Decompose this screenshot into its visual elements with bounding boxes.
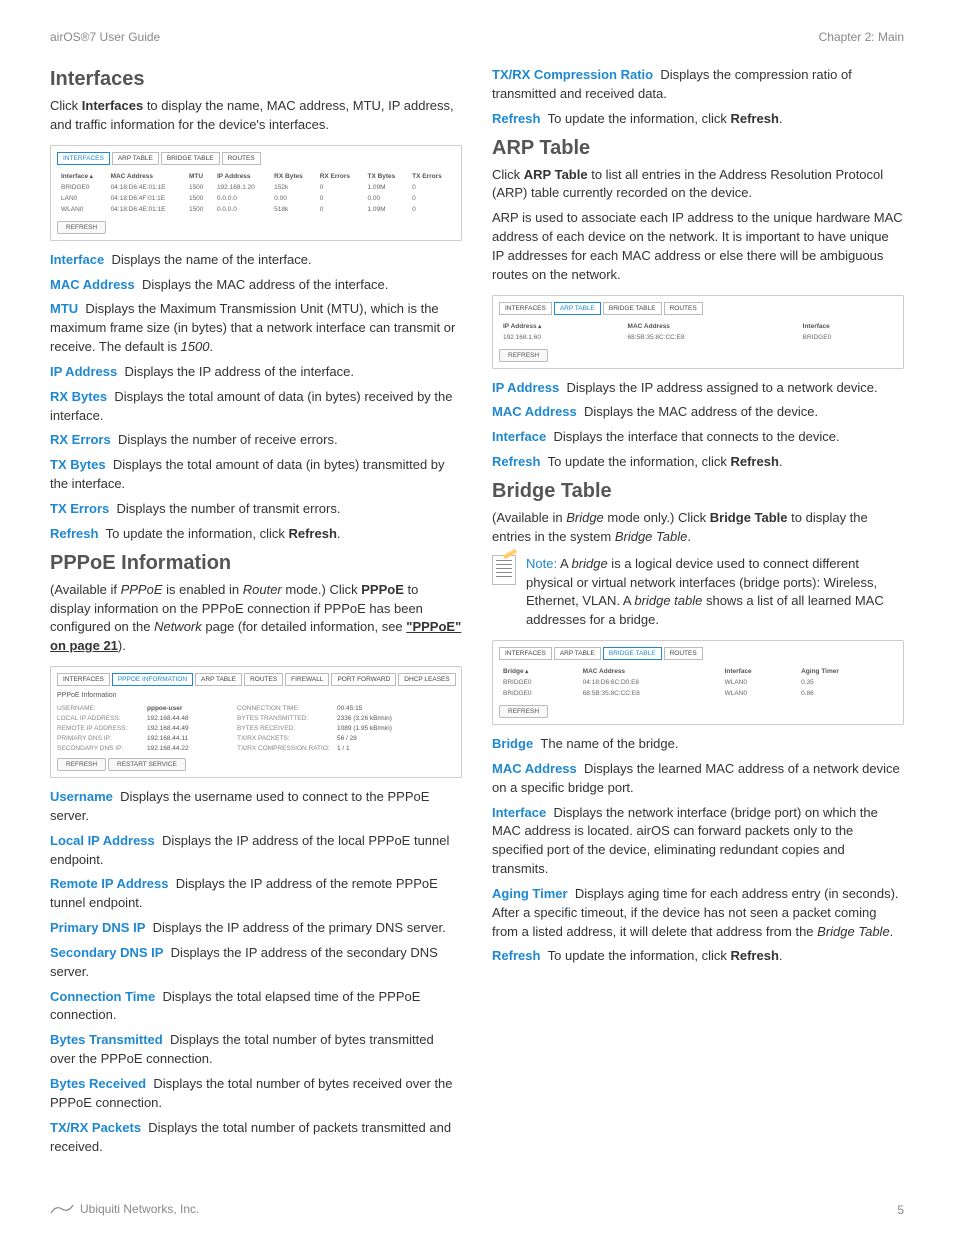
tab-routes[interactable]: ROUTES bbox=[664, 302, 703, 315]
arp-para2: ARP is used to associate each IP address… bbox=[492, 209, 904, 284]
table-row: BRIDGE004:18:D6:4E:01:1E1500192.168.1.20… bbox=[57, 182, 455, 193]
pppoe-heading: PPPoE Information bbox=[50, 552, 462, 575]
arp-heading: ARP Table bbox=[492, 137, 904, 160]
table-row: WLAN004:18:D6:4E:01:1E15000.0.0.0518k01.… bbox=[57, 204, 455, 215]
pppoe-screenshot: INTERFACES PPPOE INFORMATION ARP TABLE R… bbox=[50, 666, 462, 778]
tab-dhcp[interactable]: DHCP LEASES bbox=[398, 673, 455, 686]
page-header: airOS®7 User Guide Chapter 2: Main bbox=[50, 30, 904, 44]
tab-arp[interactable]: ARP TABLE bbox=[112, 152, 159, 165]
tab-pppoe[interactable]: PPPOE INFORMATION bbox=[112, 673, 193, 686]
pppoe-intro: (Available if PPPoE is enabled in Router… bbox=[50, 581, 462, 656]
interfaces-table: Interface MAC Address MTU IP Address RX … bbox=[57, 171, 455, 215]
bridge-heading: Bridge Table bbox=[492, 480, 904, 503]
restart-service-button[interactable]: RESTART SERVICE bbox=[108, 758, 186, 771]
tab-firewall[interactable]: FIREWALL bbox=[285, 673, 329, 686]
tab-routes[interactable]: ROUTES bbox=[244, 673, 283, 686]
bridge-note: Note: A bridge is a logical device used … bbox=[492, 555, 904, 630]
arp-intro: Click ARP Table to list all entries in t… bbox=[492, 166, 904, 204]
footer-left: Ubiquiti Networks, Inc. bbox=[50, 1202, 199, 1217]
bridge-table: Bridge MAC Address Interface Aging Timer… bbox=[499, 666, 897, 699]
table-row: BRIDGE068:5B:35:8C:CC:E8WLAN00.86 bbox=[499, 688, 897, 699]
tab-interfaces[interactable]: INTERFACES bbox=[499, 302, 552, 315]
interfaces-screenshot: INTERFACES ARP TABLE BRIDGE TABLE ROUTES… bbox=[50, 145, 462, 241]
tab-bridge[interactable]: BRIDGE TABLE bbox=[161, 152, 220, 165]
bridge-screenshot: INTERFACES ARP TABLE BRIDGE TABLE ROUTES… bbox=[492, 640, 904, 725]
tab-routes[interactable]: ROUTES bbox=[222, 152, 261, 165]
tab-bridge[interactable]: BRIDGE TABLE bbox=[603, 302, 662, 315]
arp-table: IP Address MAC Address Interface 192.168… bbox=[499, 321, 897, 343]
header-right: Chapter 2: Main bbox=[819, 30, 904, 44]
tab-arp[interactable]: ARP TABLE bbox=[195, 673, 242, 686]
left-column: Interfaces Click Interfaces to display t… bbox=[50, 60, 462, 1162]
tab-interfaces[interactable]: INTERFACES bbox=[57, 673, 110, 686]
ubiquiti-logo-icon bbox=[50, 1203, 74, 1218]
page-footer: Ubiquiti Networks, Inc. 5 bbox=[50, 1202, 904, 1217]
tab-arp[interactable]: ARP TABLE bbox=[554, 302, 601, 315]
refresh-button[interactable]: REFRESH bbox=[499, 349, 548, 362]
refresh-button[interactable]: REFRESH bbox=[57, 221, 106, 234]
bridge-intro: (Available in Bridge mode only.) Click B… bbox=[492, 509, 904, 547]
tab-interfaces[interactable]: INTERFACES bbox=[499, 647, 552, 660]
tab-routes[interactable]: ROUTES bbox=[664, 647, 703, 660]
interfaces-intro: Click Interfaces to display the name, MA… bbox=[50, 97, 462, 135]
arp-screenshot: INTERFACES ARP TABLE BRIDGE TABLE ROUTES… bbox=[492, 295, 904, 369]
tab-arp[interactable]: ARP TABLE bbox=[554, 647, 601, 660]
note-icon bbox=[492, 555, 516, 585]
table-row: LAN004:18:D6:4F:01:1E15000.0.0.00.0000.0… bbox=[57, 193, 455, 204]
tab-interfaces[interactable]: INTERFACES bbox=[57, 152, 110, 165]
refresh-button[interactable]: REFRESH bbox=[499, 705, 548, 718]
footer-page-number: 5 bbox=[897, 1203, 904, 1217]
table-row: 192.168.1.6068:5B:35:8C:CC:E8BRIDGE0 bbox=[499, 332, 897, 343]
header-left: airOS®7 User Guide bbox=[50, 30, 160, 44]
right-column: TX/RX Compression Ratio Displays the com… bbox=[492, 60, 904, 1162]
interfaces-heading: Interfaces bbox=[50, 68, 462, 91]
refresh-button[interactable]: REFRESH bbox=[57, 758, 106, 771]
table-row: BRIDGE004:18:D6:6C:D0:E8WLAN00.35 bbox=[499, 677, 897, 688]
tab-portforward[interactable]: PORT FORWARD bbox=[331, 673, 396, 686]
tab-bridge[interactable]: BRIDGE TABLE bbox=[603, 647, 662, 660]
